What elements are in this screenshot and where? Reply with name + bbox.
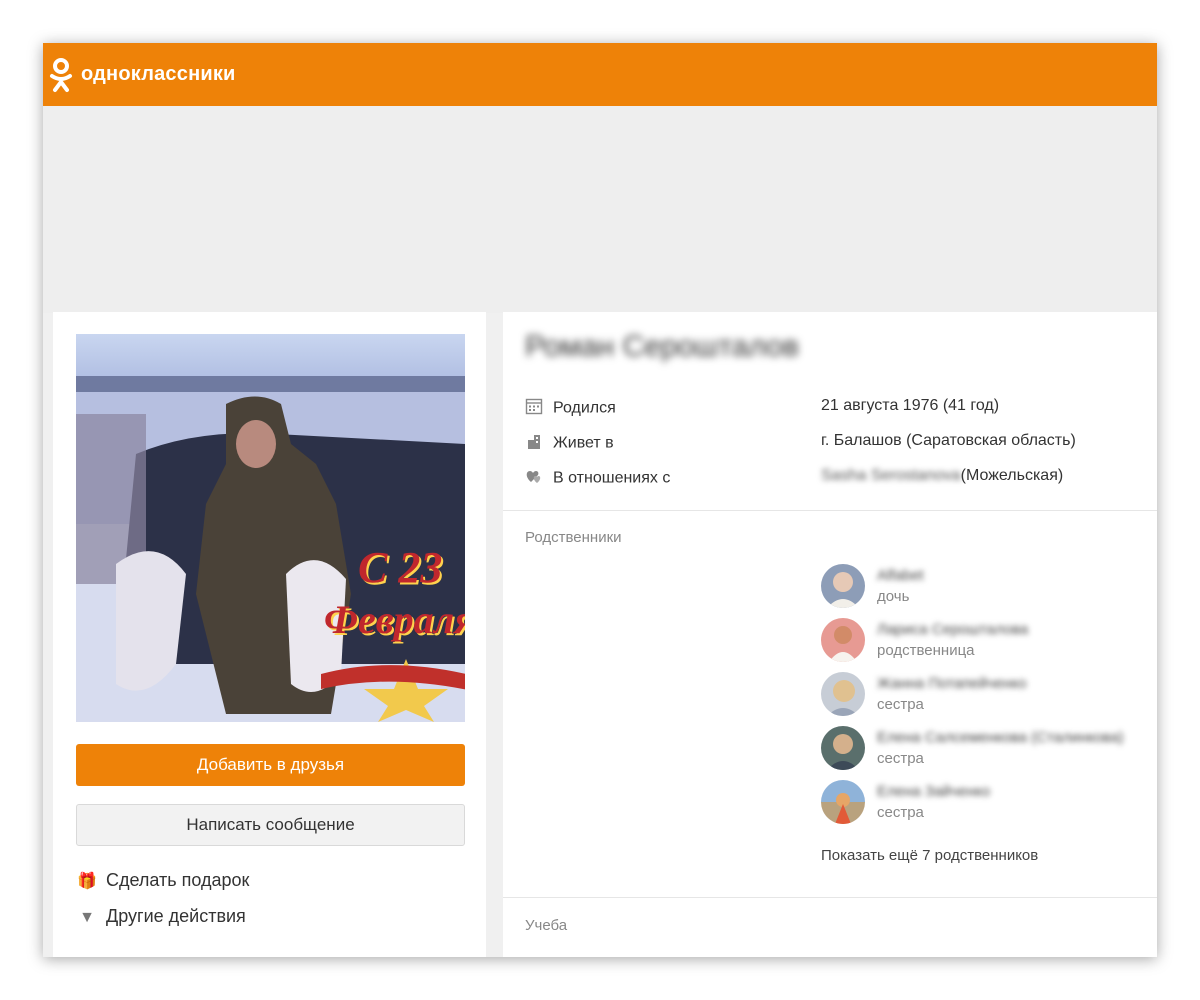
relationship-name-visible: (Можельская) [960, 467, 1064, 484]
relative-role: дочь [877, 588, 910, 605]
lives-label: Живет в [553, 434, 614, 452]
relative-name: Жанна Потапейченко [877, 675, 1027, 692]
avatar [821, 564, 865, 608]
relationship-name-hidden: Sasha Serostanova [821, 467, 961, 484]
relative-role: сестра [877, 804, 924, 821]
calendar-icon [525, 397, 545, 420]
born-value: 21 августа 1976 (41 год) [821, 397, 1000, 414]
avatar [821, 618, 865, 662]
show-more-relatives-link[interactable]: Показать ещё 7 родственников [821, 847, 1038, 864]
avatar [821, 672, 865, 716]
profile-cover [43, 106, 1157, 313]
relative-item[interactable]: Елена Салсеменкова (Сталинкова) сестра [821, 726, 1157, 772]
profile-name: Роман Серошталов [525, 330, 799, 363]
profile-info-card: Роман Серошталов Родился 21 августа 1976… [503, 312, 1157, 957]
relative-name: Елена Салсеменкова (Сталинкова) [877, 729, 1124, 746]
profile-photo[interactable]: С 23 Февраля [76, 334, 465, 722]
top-bar: одноклассники [43, 43, 1157, 106]
avatar [821, 726, 865, 770]
building-icon [525, 432, 545, 455]
other-actions-link[interactable]: ▼ Другие действия [76, 906, 246, 927]
make-gift-link[interactable]: 🎁 Сделать подарок [76, 870, 249, 891]
browser-window: одноклассники С 23 Февраля Добавить в др… [43, 43, 1157, 957]
born-label: Родился [553, 399, 616, 417]
relationship-label: В отношениях с [553, 469, 671, 487]
relatives-title: Родственники [525, 529, 622, 546]
relative-name: Лариса Серошталова [877, 621, 1029, 638]
lives-value[interactable]: г. Балашов (Саратовская область) [821, 432, 1076, 450]
relative-item[interactable]: Alfabet дочь [821, 564, 1157, 610]
holiday-text-line2: Февраля [324, 597, 465, 642]
ok-logo-icon[interactable] [47, 57, 75, 93]
relative-item[interactable]: Лариса Серошталова родственница [821, 618, 1157, 664]
other-actions-label: Другие действия [106, 906, 246, 926]
avatar [821, 780, 865, 824]
relationship-value[interactable]: Sasha Serostanova(Можельская) [821, 467, 1063, 485]
triangle-down-icon: ▼ [79, 909, 95, 926]
relative-name: Alfabet [877, 567, 924, 584]
make-gift-label: Сделать подарок [106, 870, 250, 890]
holiday-text-line1: С 23 [358, 543, 443, 592]
education-title: Учеба [525, 917, 568, 934]
gift-icon: 🎁 [77, 873, 97, 890]
relative-item[interactable]: Елена Зайченко сестра [821, 780, 1157, 826]
add-friend-button[interactable]: Добавить в друзья [76, 744, 465, 786]
hearts-icon [525, 467, 545, 490]
divider [503, 897, 1157, 898]
relative-name: Елена Зайченко [877, 783, 991, 800]
divider [503, 510, 1157, 511]
profile-left-card: С 23 Февраля Добавить в друзья Написать … [53, 312, 486, 957]
brand-name[interactable]: одноклассники [81, 63, 236, 86]
relative-role: сестра [877, 696, 924, 713]
relative-item[interactable]: Жанна Потапейченко сестра [821, 672, 1157, 718]
send-message-button[interactable]: Написать сообщение [76, 804, 465, 846]
relative-role: сестра [877, 750, 924, 767]
relative-role: родственница [877, 642, 975, 659]
